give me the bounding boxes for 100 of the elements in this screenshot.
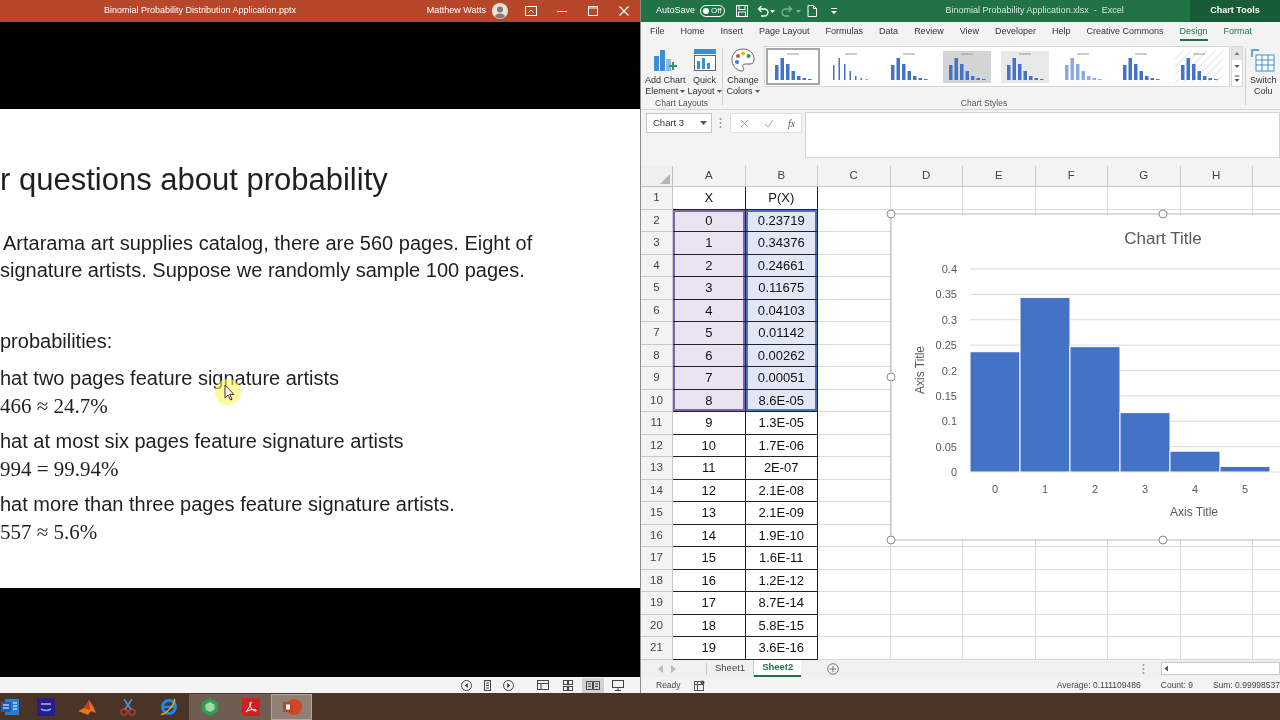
ribbon-button[interactable]: Switch Colu: [1250, 44, 1277, 109]
x-axis-label: 2: [1091, 483, 1099, 495]
table-arrow-icon: [1250, 47, 1277, 73]
x-axis-label: 4: [1191, 483, 1199, 495]
avatar-icon[interactable]: [492, 3, 508, 19]
scroll-left-icon[interactable]: [1162, 663, 1171, 674]
formula-input[interactable]: [805, 112, 1280, 158]
ribbon-tab[interactable]: View: [959, 25, 979, 41]
resize-handle[interactable]: [1158, 535, 1168, 545]
row-header[interactable]: 8: [641, 344, 673, 367]
caret-icon[interactable]: [700, 121, 707, 125]
chart-style-option[interactable]: [940, 48, 994, 85]
ribbon-button[interactable]: Quick Layout: [687, 44, 722, 97]
ribbon-tab[interactable]: Developer: [995, 25, 1037, 41]
taskbar-button[interactable]: [230, 693, 271, 720]
table-cell: 8: [673, 389, 746, 412]
column-header[interactable]: A: [673, 166, 746, 187]
row-header[interactable]: 1: [641, 187, 673, 210]
add-sheet-icon[interactable]: [827, 662, 840, 675]
ribbon-tab[interactable]: Formulas: [825, 25, 864, 41]
row-header[interactable]: 14: [641, 479, 673, 502]
column-header[interactable]: G: [1108, 166, 1181, 187]
answer-formula: 994 = 99.94%: [0, 456, 119, 483]
y-axis-label: 0.1: [941, 415, 957, 428]
row-header[interactable]: 2: [641, 209, 673, 232]
autosave-toggle[interactable]: Off: [700, 5, 725, 17]
horizontal-scrollbar[interactable]: [1161, 662, 1280, 675]
next-icon[interactable]: [503, 679, 514, 691]
row-header[interactable]: 17: [641, 547, 673, 570]
table-cell: 3: [673, 277, 746, 300]
redo-icon[interactable]: [780, 4, 795, 18]
row-header[interactable]: 11: [641, 412, 673, 435]
column-header[interactable]: H: [1180, 166, 1253, 187]
table-cell: 10: [673, 434, 746, 457]
scroll-up-icon[interactable]: [1232, 47, 1242, 60]
row-header[interactable]: 16: [641, 524, 673, 547]
row-header[interactable]: 19: [641, 592, 673, 615]
ribbon-display-icon[interactable]: [525, 6, 537, 16]
row-header[interactable]: 15: [641, 502, 673, 525]
ribbon-tab[interactable]: Format: [1223, 25, 1253, 41]
save-icon[interactable]: [734, 4, 749, 18]
column-header[interactable]: F: [1035, 166, 1108, 187]
ribbon-tab[interactable]: Page Layout: [759, 25, 810, 41]
ribbon-tab[interactable]: Home: [680, 25, 705, 41]
sheet-tab[interactable]: Sheet2: [754, 660, 802, 677]
chart-style-option[interactable]: [998, 48, 1052, 85]
close-icon[interactable]: [619, 6, 629, 16]
ribbon-button[interactable]: Add Chart Element: [645, 44, 686, 97]
table-cell: 11: [673, 457, 746, 480]
ribbon-button[interactable]: Change Colors: [723, 44, 763, 97]
ribbon-tab[interactable]: File: [650, 25, 665, 41]
column-header[interactable]: D: [890, 166, 963, 187]
row-header[interactable]: 6: [641, 299, 673, 322]
row-header[interactable]: 7: [641, 322, 673, 345]
column-header[interactable]: E: [963, 166, 1036, 187]
row-header[interactable]: 3: [641, 232, 673, 255]
name-box[interactable]: Chart 3: [646, 113, 712, 133]
slide-menu-icon[interactable]: [482, 679, 493, 691]
row-header[interactable]: 4: [641, 254, 673, 277]
column-header[interactable]: B: [745, 166, 818, 187]
row-header[interactable]: 18: [641, 569, 673, 592]
resize-handle[interactable]: [886, 535, 896, 545]
chart-style-option[interactable]: [766, 48, 820, 85]
row-header[interactable]: 13: [641, 457, 673, 480]
chart-style-option[interactable]: [1172, 48, 1226, 85]
y-axis-label: 0.3: [941, 313, 957, 326]
previous-icon[interactable]: [461, 679, 472, 691]
reading-view-icon[interactable]: [582, 677, 604, 693]
group-label: Chart Layouts: [654, 97, 709, 110]
new-document-icon[interactable]: [804, 4, 819, 18]
row-header[interactable]: 5: [641, 277, 673, 300]
ribbon-tab[interactable]: Review: [914, 25, 944, 41]
ribbon-tab[interactable]: Help: [1052, 25, 1071, 41]
taskbar-button[interactable]: [189, 693, 230, 720]
row-header[interactable]: 20: [641, 614, 673, 637]
resize-handle[interactable]: [886, 209, 896, 219]
splitter-handle-icon[interactable]: [719, 117, 722, 129]
ribbon-tab[interactable]: Creative Commons: [1086, 25, 1164, 41]
ribbon-tab[interactable]: Insert: [720, 25, 744, 41]
resize-handle[interactable]: [1158, 209, 1168, 219]
taskbar-button[interactable]: [271, 693, 312, 720]
column-header[interactable]: C: [818, 166, 891, 187]
window-title: Binomial Probability Distribution Application.pptx: [104, 4, 297, 18]
insert-function-button[interactable]: fx: [788, 115, 796, 131]
y-axis-label: 0.05: [935, 440, 957, 453]
maximize-icon[interactable]: [588, 6, 598, 16]
caret-icon: [716, 90, 722, 93]
row-header[interactable]: 21: [641, 637, 673, 660]
row-header[interactable]: 9: [641, 367, 673, 390]
ribbon-tab[interactable]: Data: [879, 25, 899, 41]
splitter-handle-icon[interactable]: [1142, 662, 1145, 675]
row-header[interactable]: 10: [641, 389, 673, 412]
customize-icon[interactable]: [829, 8, 838, 14]
resize-handle[interactable]: [886, 372, 896, 382]
caret-icon[interactable]: [769, 9, 775, 13]
table-cell: 2.1E-09: [745, 502, 818, 525]
toggle-knob-icon: [703, 8, 710, 14]
row-header[interactable]: 12: [641, 434, 673, 457]
ribbon-tab[interactable]: Design: [1179, 25, 1208, 41]
macro-record-icon[interactable]: [693, 679, 705, 691]
